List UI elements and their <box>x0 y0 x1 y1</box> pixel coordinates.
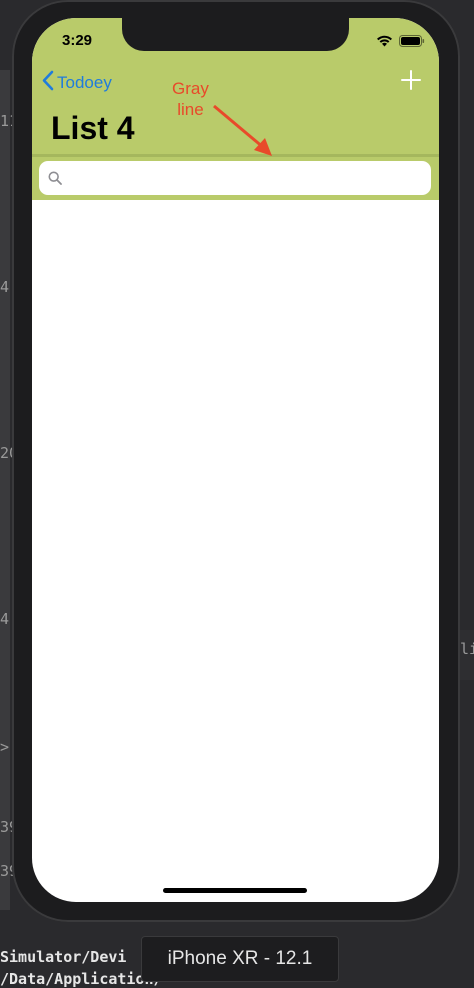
console-line: /Data/Application/ <box>0 970 163 988</box>
add-button[interactable] <box>401 70 421 95</box>
annotation-line: line <box>177 100 204 119</box>
plus-icon <box>401 70 421 94</box>
gutter-number: > <box>0 738 10 756</box>
annotation-arrow-icon <box>213 104 272 156</box>
device-notch <box>122 18 349 51</box>
status-icons <box>376 34 425 52</box>
status-time: 3:29 <box>62 32 93 49</box>
page-title: List 4 <box>51 110 135 146</box>
back-button[interactable]: Todoey <box>42 70 112 96</box>
home-indicator[interactable] <box>163 888 307 893</box>
wifi-icon <box>376 34 393 52</box>
battery-icon <box>399 34 425 52</box>
simulator-device-label: iPhone XR - 12.1 <box>141 936 339 982</box>
back-button-label: Todoey <box>57 73 112 92</box>
annotation-text: Gray line <box>172 78 209 120</box>
search-bar[interactable] <box>39 161 431 195</box>
chevron-left-icon <box>42 70 57 96</box>
search-input[interactable] <box>68 162 431 194</box>
editor-right-panel: li <box>460 630 474 680</box>
console-line: Simulator/Devi <box>0 948 127 966</box>
search-icon <box>48 171 62 185</box>
right-panel-text: li <box>460 640 474 658</box>
editor-gutter <box>0 70 10 910</box>
gutter-number: 4 <box>0 278 10 296</box>
annotation-line: Gray <box>172 79 209 98</box>
